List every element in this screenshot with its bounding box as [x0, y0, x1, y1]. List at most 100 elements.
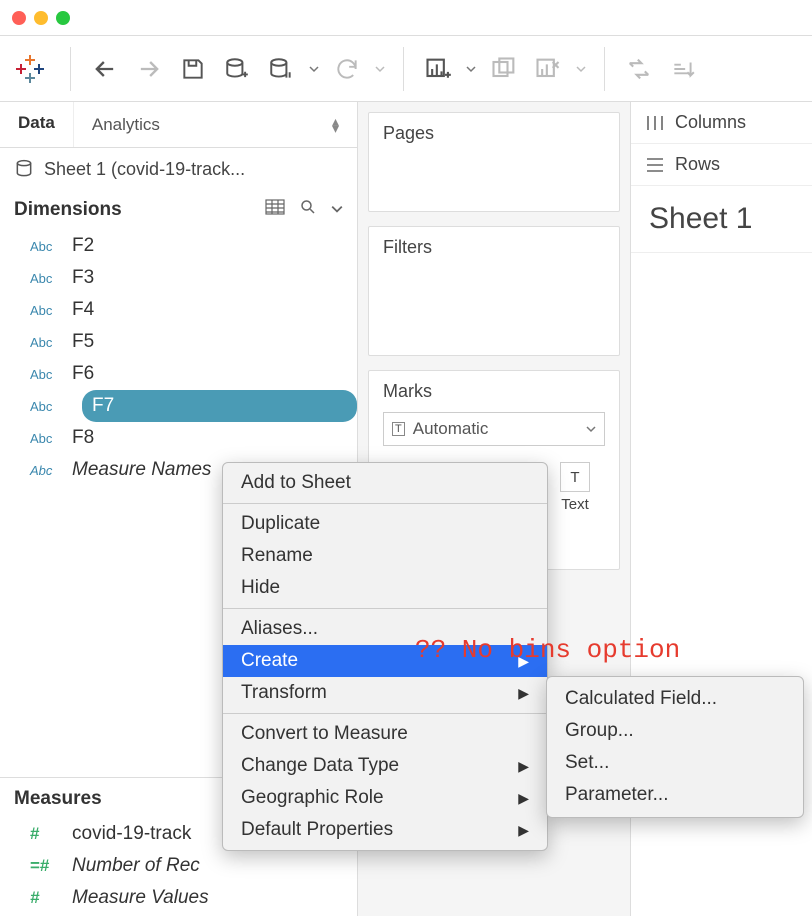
ctx-separator — [223, 713, 547, 714]
abc-icon: Abc — [30, 303, 58, 318]
submenu-label: Group... — [565, 720, 634, 742]
forward-button[interactable] — [129, 47, 169, 91]
search-field-icon[interactable] — [299, 198, 317, 222]
pages-shelf[interactable]: Pages — [368, 112, 620, 212]
create-submenu: Calculated Field... Group... Set... Para… — [546, 676, 804, 818]
field-label: F4 — [72, 299, 94, 321]
tab-analytics[interactable]: Analytics ▴▾ — [73, 102, 357, 147]
submenu-label: Calculated Field... — [565, 688, 717, 710]
new-worksheet-dropdown[interactable] — [462, 47, 480, 91]
abc-icon: Abc — [0, 399, 58, 414]
rows-shelf[interactable]: Rows — [631, 144, 812, 186]
submenu-set[interactable]: Set... — [547, 747, 803, 779]
save-button[interactable] — [173, 47, 213, 91]
pause-autoupdate-button[interactable] — [261, 47, 301, 91]
ctx-transform[interactable]: Transform▶ — [223, 677, 547, 709]
submenu-calculated-field[interactable]: Calculated Field... — [547, 683, 803, 715]
datasource-name: Sheet 1 (covid-19-track... — [44, 159, 245, 180]
text-type-icon: T — [392, 422, 405, 436]
refresh-button[interactable] — [327, 47, 367, 91]
pages-label: Pages — [383, 123, 605, 144]
measure-number-of-records[interactable]: =#Number of Rec — [0, 850, 357, 882]
marks-type-select[interactable]: T Automatic — [383, 412, 605, 446]
minimize-window-button[interactable] — [34, 11, 48, 25]
submenu-label: Set... — [565, 752, 609, 774]
updown-icon: ▴▾ — [332, 118, 339, 132]
ctx-convert-to-measure[interactable]: Convert to Measure — [223, 718, 547, 750]
filters-shelf[interactable]: Filters — [368, 226, 620, 356]
ctx-label: Rename — [241, 545, 313, 567]
ctx-change-data-type[interactable]: Change Data Type ▶ — [223, 750, 547, 782]
rows-icon — [645, 156, 665, 174]
datasource-row[interactable]: Sheet 1 (covid-19-track... — [0, 148, 357, 190]
ctx-label: Create — [241, 650, 298, 672]
close-window-button[interactable] — [12, 11, 26, 25]
new-datasource-button[interactable] — [217, 47, 257, 91]
field-f7[interactable]: F7 — [82, 390, 357, 422]
hash-icon: # — [30, 824, 58, 844]
field-label: Number of Rec — [72, 855, 200, 877]
field-f3[interactable]: Abc F3 — [0, 262, 357, 294]
rows-label: Rows — [675, 154, 720, 175]
ctx-geographic-role[interactable]: Geographic Role▶ — [223, 782, 547, 814]
ctx-label: Change Data Type — [241, 755, 399, 777]
chevron-right-icon: ▶ — [518, 685, 529, 702]
ctx-hide[interactable]: Hide — [223, 572, 547, 604]
duplicate-sheet-button[interactable] — [484, 47, 524, 91]
sort-button[interactable] — [663, 47, 703, 91]
field-label: Measure Names — [72, 459, 211, 481]
submenu-parameter[interactable]: Parameter... — [547, 779, 803, 811]
chevron-right-icon: ▶ — [518, 822, 529, 839]
dimensions-label: Dimensions — [14, 199, 122, 221]
field-label: F2 — [72, 235, 94, 257]
field-label: Measure Values — [72, 887, 209, 909]
chevron-right-icon: ▶ — [518, 758, 529, 775]
tab-analytics-label: Analytics — [92, 115, 160, 135]
new-worksheet-button[interactable] — [418, 47, 458, 91]
back-button[interactable] — [85, 47, 125, 91]
text-glyph-icon: T — [570, 469, 579, 486]
abc-icon: Abc — [30, 271, 58, 286]
ctx-label: Aliases... — [241, 618, 318, 640]
hash-icon: # — [30, 888, 58, 908]
pause-dropdown[interactable] — [305, 47, 323, 91]
ctx-label: Default Properties — [241, 819, 393, 841]
tableau-logo-icon — [14, 53, 46, 85]
data-pane-menu-icon[interactable] — [331, 199, 343, 221]
marks-text-label: Text — [561, 496, 589, 513]
view-as-table-icon[interactable] — [265, 199, 285, 221]
ctx-duplicate[interactable]: Duplicate — [223, 508, 547, 540]
field-label: covid-19-track — [72, 823, 191, 845]
swap-button[interactable] — [619, 47, 659, 91]
field-f8[interactable]: AbcF8 — [0, 422, 357, 454]
clear-sheet-button[interactable] — [528, 47, 568, 91]
columns-shelf[interactable]: Columns — [631, 102, 812, 144]
field-f6[interactable]: AbcF6 — [0, 358, 357, 390]
filters-label: Filters — [383, 237, 605, 258]
abc-icon: Abc — [30, 431, 58, 446]
ctx-label: Hide — [241, 577, 280, 599]
titlebar — [0, 0, 812, 36]
clear-dropdown[interactable] — [572, 47, 590, 91]
refresh-dropdown[interactable] — [371, 47, 389, 91]
marks-label: Marks — [383, 381, 605, 402]
columns-label: Columns — [675, 112, 746, 133]
field-f4[interactable]: Abc F4 — [0, 294, 357, 326]
tab-data[interactable]: Data — [0, 102, 73, 147]
database-icon — [14, 158, 34, 180]
abc-icon: Abc — [30, 463, 58, 478]
sheet-title[interactable]: Sheet 1 — [631, 186, 812, 252]
field-f2[interactable]: Abc F2 — [0, 230, 357, 262]
abc-icon: Abc — [30, 239, 58, 254]
field-label: F3 — [72, 267, 94, 289]
submenu-group[interactable]: Group... — [547, 715, 803, 747]
abc-icon: Abc — [30, 335, 58, 350]
measure-values[interactable]: # Measure Values — [0, 882, 357, 914]
field-f5[interactable]: AbcF5 — [0, 326, 357, 358]
zoom-window-button[interactable] — [56, 11, 70, 25]
ctx-default-properties[interactable]: Default Properties ▶ — [223, 814, 547, 846]
ctx-rename[interactable]: Rename — [223, 540, 547, 572]
ctx-label: Add to Sheet — [241, 472, 351, 494]
marks-text-button[interactable]: T Text — [545, 456, 605, 513]
ctx-add-to-sheet[interactable]: Add to Sheet — [223, 467, 547, 499]
